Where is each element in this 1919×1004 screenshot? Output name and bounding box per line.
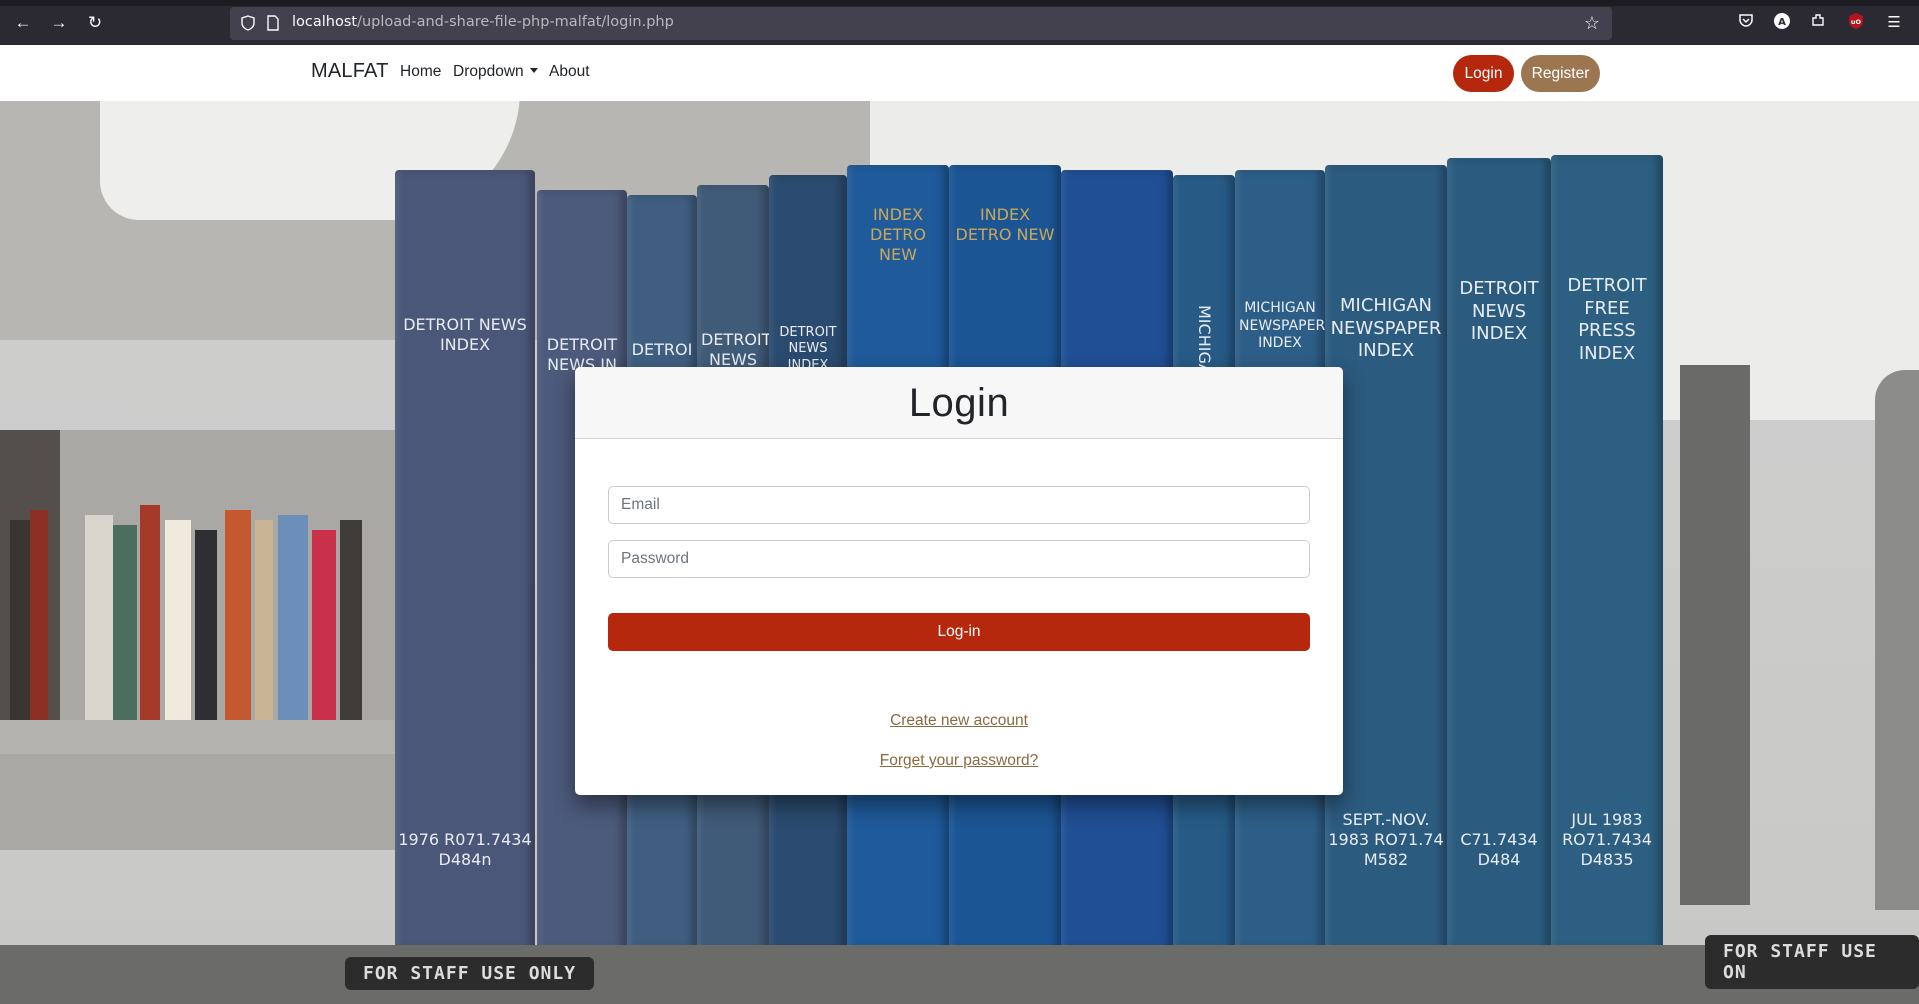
register-button[interactable]: Register (1521, 55, 1600, 92)
bg-bookend (1680, 365, 1750, 905)
pocket-icon[interactable] (1735, 12, 1757, 34)
address-bar[interactable]: localhost/upload-and-share-file-php-malf… (230, 7, 1612, 40)
shield-icon[interactable] (240, 15, 256, 31)
bg-small-book (312, 530, 336, 720)
browser-toolbar: ← → ↻ localhost/upload-and-share-file-ph… (0, 0, 1919, 45)
nav-dropdown-label: Dropdown (453, 63, 524, 80)
bg-small-book (195, 530, 217, 720)
staff-plate: FOR STAFF USE ONLY (345, 957, 595, 990)
bg-small-book (30, 510, 48, 720)
spine-text: DETROI (631, 340, 693, 359)
svg-text:uO: uO (1851, 18, 1862, 26)
ublock-icon[interactable]: uO (1845, 12, 1867, 34)
login-card: Login Log-in Create new account Forget y… (575, 367, 1343, 795)
reload-icon[interactable]: ↻ (84, 12, 106, 34)
bg-small-book (255, 520, 273, 720)
url-path: /upload-and-share-file-php-malfat/login.… (357, 14, 674, 30)
top-navbar: MALFAT Home Dropdown About Login Registe… (0, 45, 1919, 101)
url-host: localhost (292, 14, 358, 30)
spine-footer: C71.7434 D484 (1460, 830, 1538, 869)
bg-bottom-shelf: FOR STAFF USE ONLY FOR STAFF USE ON (0, 935, 1919, 1004)
spine-footer: SEPT.-NOV. 1983 RO71.74 M582 (1328, 810, 1444, 869)
forgot-password-row: Forget your password? (575, 752, 1343, 770)
log-in-button[interactable]: Log-in (608, 613, 1310, 651)
page-viewport: DETROIT NEWS INDEX 1976 R071.7434 D484n … (0, 45, 1919, 1004)
spine-text: DETROIT FREE PRESS INDEX (1567, 275, 1647, 364)
email-field[interactable] (608, 486, 1310, 524)
caret-down-icon (529, 68, 538, 73)
bookmark-star-icon[interactable]: ☆ (1582, 13, 1602, 33)
bg-small-book (225, 510, 251, 720)
svg-text:A: A (1778, 17, 1786, 28)
bg-small-book (165, 520, 191, 720)
spine-text: MICHIGAN NEWSPAPER INDEX (1239, 300, 1325, 351)
spine-text: DETROIT NEWS (701, 330, 769, 369)
login-card-header: Login (575, 367, 1343, 439)
create-account-row: Create new account (575, 712, 1343, 730)
create-account-link[interactable]: Create new account (890, 712, 1028, 729)
bg-small-book (278, 515, 308, 720)
nav-dropdown[interactable]: Dropdown (453, 63, 538, 81)
page-icon[interactable] (266, 15, 280, 31)
spine-text: INDEX DETRO NEW (870, 205, 926, 264)
extensions-icon[interactable] (1807, 12, 1829, 34)
password-field[interactable] (608, 540, 1310, 578)
bg-small-book (113, 525, 137, 720)
spine-text: MICHIGAN NEWSPAPER INDEX (1330, 295, 1442, 361)
bg-small-book (10, 520, 30, 720)
menu-icon[interactable]: ☰ (1883, 12, 1905, 34)
spine-footer: JUL 1983 RO71.7434 D4835 (1562, 810, 1652, 869)
account-icon[interactable]: A (1771, 12, 1793, 34)
staff-plate: FOR STAFF USE ON (1705, 935, 1919, 989)
back-icon[interactable]: ← (12, 12, 34, 34)
spine-text: INDEX DETRO NEW (955, 205, 1055, 244)
bg-book-spine: DETROIT FREE PRESS INDEX JUL 1983 RO71.7… (1551, 155, 1663, 950)
bg-left-bookcase (0, 430, 420, 850)
bg-small-book (85, 515, 113, 720)
bg-bookend (1875, 370, 1919, 910)
bg-shelf-board (0, 720, 420, 754)
login-button[interactable]: Login (1453, 55, 1514, 92)
bg-book-spine: DETROIT NEWS INDEX 1976 R071.7434 D484n (395, 170, 535, 950)
tab-strip (0, 0, 1919, 6)
url-text[interactable]: localhost/upload-and-share-file-php-malf… (292, 14, 674, 30)
brand-logo[interactable]: MALFAT (311, 60, 389, 83)
bg-small-book (140, 505, 160, 720)
forgot-password-link[interactable]: Forget your password? (880, 752, 1039, 769)
spine-text: DETROIT NEWS INDEX (403, 315, 527, 354)
spine-text: DETROIT NEWS INDEX (1459, 278, 1539, 344)
nav-home[interactable]: Home (400, 63, 441, 81)
nav-about[interactable]: About (549, 63, 590, 81)
page-title: Login (908, 381, 1010, 425)
bg-book-spine: DETROIT NEWS INDEX C71.7434 D484 (1447, 158, 1551, 950)
bg-small-book (340, 520, 362, 720)
forward-icon[interactable]: → (48, 12, 70, 34)
spine-footer: 1976 R071.7434 D484n (398, 830, 532, 869)
bg-book-spine: MICHIGAN NEWSPAPER INDEX SEPT.-NOV. 1983… (1325, 165, 1447, 950)
